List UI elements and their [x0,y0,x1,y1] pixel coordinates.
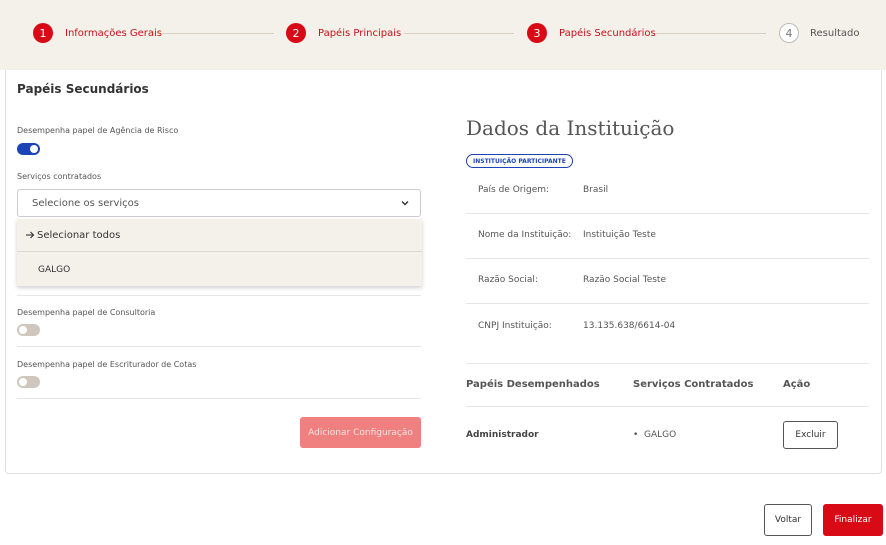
step-2-label: Papéis Principais [318,27,402,39]
dropdown-option[interactable]: GALGO [17,253,422,286]
step-3-label: Papéis Secundários [559,27,656,39]
divider [17,295,421,296]
table-header-papeis: Papéis Desempenhados [466,379,600,390]
info-row: País de Origem: Brasil [466,185,869,214]
divider [17,398,421,399]
escriturador-toggle[interactable] [17,376,40,388]
info-row: Nome da Instituição: Instituição Teste [466,214,869,259]
dropdown-option-label: GALGO [38,264,71,275]
step-3-number: 3 [527,23,547,43]
step-connector [656,33,766,34]
info-value: Brasil [583,185,609,195]
servicos-dropdown: Selecionar todos GALGO [17,219,422,286]
info-value: 13.135.638/6614-04 [583,321,676,331]
info-key: País de Origem: [478,185,550,195]
table-header-acao: Ação [783,379,811,390]
info-key: CNPJ Instituição: [478,321,552,331]
step-2-number: 2 [286,23,306,43]
info-row: CNPJ Instituição: 13.135.638/6614-04 [466,304,869,349]
step-1-number: 1 [33,23,53,43]
arrow-right-icon [26,231,35,239]
select-all-option[interactable]: Selecionar todos [17,219,422,252]
divider [466,363,869,364]
servicos-label: Serviços contratados [17,172,102,181]
consultoria-label: Desempenha papel de Consultoria [17,308,156,317]
info-key: Razão Social: [478,275,538,285]
step-3[interactable]: 3 Papéis Secundários [527,23,656,43]
consultoria-toggle[interactable] [17,324,40,336]
bullet: • [633,430,645,440]
chevron-down-icon [401,201,409,206]
step-1-label: Informações Gerais [65,27,163,39]
divider [466,406,869,407]
step-2[interactable]: 2 Papéis Principais [286,23,401,43]
info-row: Razão Social: Razão Social Teste [466,259,869,304]
divider [17,346,421,347]
table-cell-servico: • GALGO [633,430,676,440]
table-header-servicos: Serviços Contratados [633,379,754,390]
step-4[interactable]: 4 Resultado [779,23,860,43]
step-4-label: Resultado [810,27,860,39]
escriturador-label: Desempenha papel de Escriturador de Cota… [17,360,197,369]
add-configuration-button[interactable]: Adicionar Configuração [300,417,421,448]
institution-title: Dados da Instituição [466,116,675,140]
status-badge: INSTITUIÇÃO PARTICIPANTE [466,154,573,168]
select-all-label: Selecionar todos [37,229,121,241]
step-connector [162,33,274,34]
finish-button[interactable]: Finalizar [823,504,883,536]
table-cell-papel: Administrador [466,430,539,440]
info-key: Nome da Instituição: [478,230,572,240]
servicos-select-placeholder: Selecione os serviços [32,197,139,209]
agencia-risco-toggle[interactable] [17,143,40,155]
agencia-risco-label: Desempenha papel de Agência de Risco [17,126,179,135]
back-button[interactable]: Voltar [764,504,812,536]
step-4-number: 4 [779,23,799,43]
delete-button[interactable]: Excluir [783,421,838,449]
servicos-select[interactable]: Selecione os serviços [17,189,421,217]
section-title: Papéis Secundários [17,82,149,96]
info-value: Razão Social Teste [583,275,666,285]
info-value: Instituição Teste [583,230,656,240]
step-1[interactable]: 1 Informações Gerais [33,23,162,43]
stepper: 1 Informações Gerais 2 Papéis Principais… [0,0,886,70]
step-connector [404,33,514,34]
table-cell-servico-text: GALGO [644,430,677,440]
